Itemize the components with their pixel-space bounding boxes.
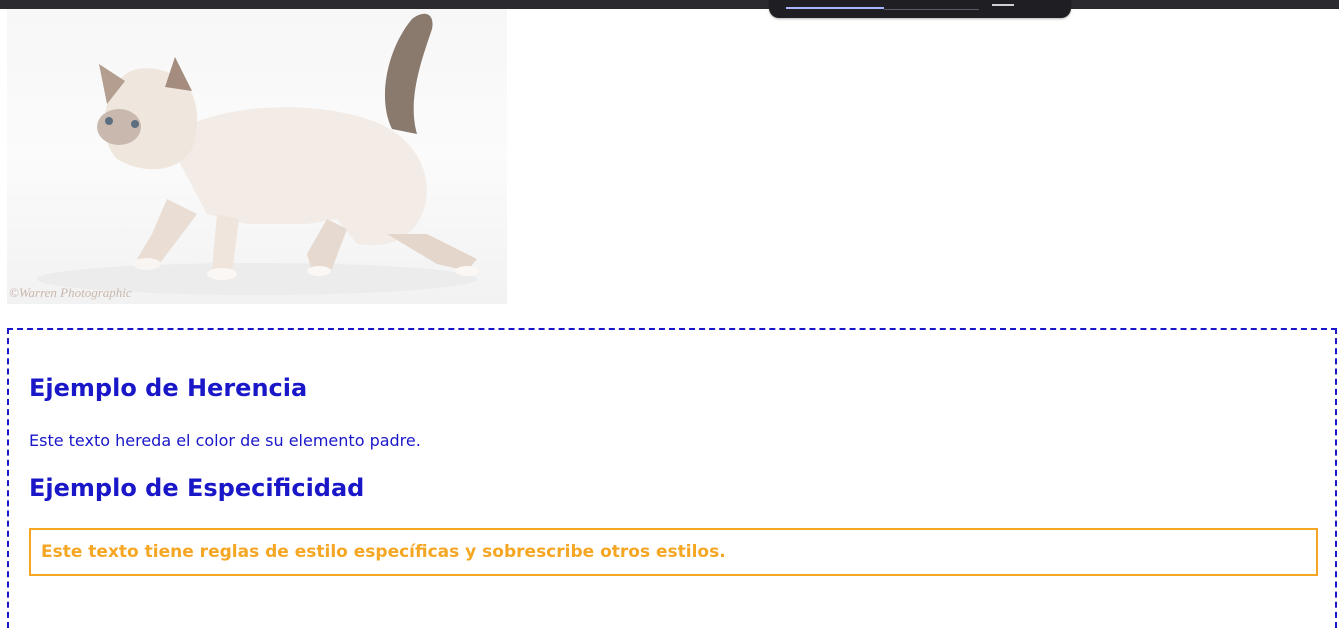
menu-icon[interactable] (992, 0, 1014, 6)
image-watermark: ©Warren Photographic (9, 285, 132, 300)
toolbar-divider (884, 9, 979, 10)
inheritance-parent-container: Ejemplo de Herencia Este texto hereda el… (7, 328, 1337, 628)
inheritance-heading: Ejemplo de Herencia (29, 374, 308, 402)
floating-toolbar[interactable] (769, 0, 1071, 18)
kitten-image: ©Warren Photographic (7, 9, 507, 304)
browser-top-bar (0, 0, 1339, 9)
kitten-illustration (37, 13, 479, 295)
inheritance-paragraph: Este texto hereda el color de su element… (29, 431, 421, 450)
toolbar-active-tab-indicator[interactable] (786, 7, 884, 9)
specificity-heading: Ejemplo de Especificidad (29, 474, 365, 502)
specificity-paragraph-box: Este texto tiene reglas de estilo especí… (29, 528, 1318, 576)
specificity-paragraph: Este texto tiene reglas de estilo especí… (41, 542, 726, 562)
